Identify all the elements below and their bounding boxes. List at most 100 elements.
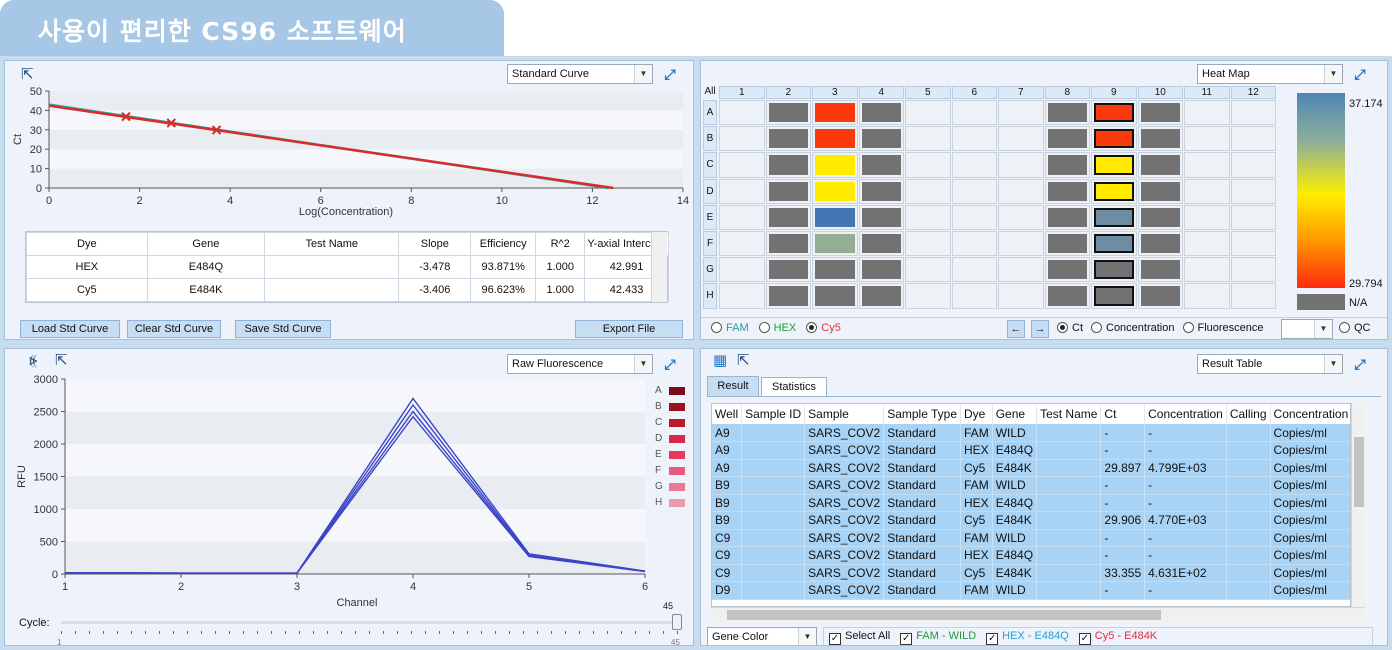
table-row[interactable]: B9SARS_COV2StandardHEXE484Q--Copies/ml- (712, 494, 1350, 512)
clear-std-curve-button[interactable]: Clear Std Curve (127, 320, 221, 338)
column-header-7[interactable]: 7 (998, 86, 1044, 99)
column-header[interactable]: Gene (992, 404, 1038, 424)
well-C8[interactable] (1044, 152, 1090, 178)
fluorescence-select[interactable]: ▼ (1281, 319, 1333, 339)
well-A12[interactable] (1230, 100, 1276, 126)
well-C11[interactable] (1184, 152, 1230, 178)
value-option-fluorescence[interactable]: Fluorescence (1182, 322, 1264, 334)
column-header-5[interactable]: 5 (905, 86, 951, 99)
well-G2[interactable] (765, 257, 811, 283)
well-D3[interactable] (812, 178, 858, 204)
well-F3[interactable] (812, 231, 858, 257)
well-E3[interactable] (812, 204, 858, 230)
radio-button[interactable] (806, 322, 818, 333)
well-A4[interactable] (858, 100, 904, 126)
filter-checkbox[interactable]: ✓ HEX - E484Q (986, 630, 1069, 645)
well-B6[interactable] (951, 126, 997, 152)
column-header[interactable]: Sample ID (741, 404, 806, 424)
well-C6[interactable] (951, 152, 997, 178)
well-A5[interactable] (905, 100, 951, 126)
column-header-8[interactable]: 8 (1044, 86, 1090, 99)
expand-icon[interactable]: ⤢ (662, 66, 678, 82)
well-B11[interactable] (1184, 126, 1230, 152)
cycle-slider-thumb[interactable] (672, 614, 682, 630)
well-H9[interactable] (1091, 283, 1137, 309)
well-C7[interactable] (998, 152, 1044, 178)
well-A10[interactable] (1137, 100, 1183, 126)
column-header[interactable]: Concentration (1144, 404, 1227, 424)
well-H11[interactable] (1184, 283, 1230, 309)
well-F9[interactable] (1091, 231, 1137, 257)
column-header-2[interactable]: 2 (765, 86, 811, 99)
well-E12[interactable] (1230, 204, 1276, 230)
well-E8[interactable] (1044, 204, 1090, 230)
radio-button[interactable] (1057, 322, 1068, 333)
row-header-D[interactable]: D (703, 178, 717, 204)
well-H12[interactable] (1230, 283, 1276, 309)
tab-result[interactable]: Result (707, 376, 759, 396)
value-option-concentration[interactable]: Concentration (1091, 322, 1175, 334)
export-file-button[interactable]: Export File (575, 320, 683, 338)
row-header-H[interactable]: H (703, 283, 717, 309)
column-header[interactable]: Sample (804, 404, 885, 424)
row-header-B[interactable]: B (703, 126, 717, 152)
column-header[interactable]: Test Name (264, 232, 400, 256)
well-A2[interactable] (765, 100, 811, 126)
well-F6[interactable] (951, 231, 997, 257)
well-A9[interactable] (1091, 100, 1137, 126)
well-C3[interactable] (812, 152, 858, 178)
result-table-vscroll[interactable] (1351, 403, 1365, 607)
radio-button[interactable] (1091, 322, 1102, 333)
row-header-C[interactable]: C (703, 152, 717, 178)
result-table-hscroll[interactable] (711, 607, 1365, 621)
well-E10[interactable] (1137, 204, 1183, 230)
well-C10[interactable] (1137, 152, 1183, 178)
select-all-wells[interactable]: All (703, 86, 717, 99)
expand-icon[interactable]: ⤢ (1352, 356, 1368, 372)
well-C1[interactable] (719, 152, 765, 178)
export-image-icon[interactable]: ⇱ (55, 353, 68, 369)
view-select[interactable]: Result Table ▼ (1197, 354, 1343, 374)
column-header[interactable]: Calling (1226, 404, 1271, 424)
dye-option-hex[interactable]: HEX (758, 322, 796, 334)
well-H1[interactable] (719, 283, 765, 309)
well-F7[interactable] (998, 231, 1044, 257)
well-B8[interactable] (1044, 126, 1090, 152)
well-G5[interactable] (905, 257, 951, 283)
well-A7[interactable] (998, 100, 1044, 126)
well-H8[interactable] (1044, 283, 1090, 309)
well-F4[interactable] (858, 231, 904, 257)
well-D12[interactable] (1230, 178, 1276, 204)
well-G11[interactable] (1184, 257, 1230, 283)
well-E1[interactable] (719, 204, 765, 230)
well-G4[interactable] (858, 257, 904, 283)
well-C12[interactable] (1230, 152, 1276, 178)
scroll-thumb[interactable] (727, 610, 1161, 620)
column-header[interactable]: R^2 (535, 232, 586, 256)
column-header-1[interactable]: 1 (719, 86, 765, 99)
table-row[interactable]: B9SARS_COV2StandardFAMWILD--Copies/ml- (712, 476, 1350, 495)
well-B10[interactable] (1137, 126, 1183, 152)
well-B9[interactable] (1091, 126, 1137, 152)
column-header-4[interactable]: 4 (858, 86, 904, 99)
checkbox[interactable]: ✓ (1078, 633, 1091, 645)
expand-icon[interactable]: ⤢ (662, 356, 678, 372)
table-row[interactable]: HEX E484Q -3.478 93.871% 1.000 42.991 (26, 255, 669, 279)
well-D8[interactable] (1044, 178, 1090, 204)
well-A6[interactable] (951, 100, 997, 126)
dye-option-cy5[interactable]: Cy5 (806, 322, 841, 334)
well-B5[interactable] (905, 126, 951, 152)
well-H3[interactable] (812, 283, 858, 309)
well-D1[interactable] (719, 178, 765, 204)
well-D9[interactable] (1091, 178, 1137, 204)
column-header-12[interactable]: 12 (1230, 86, 1276, 99)
column-header-11[interactable]: 11 (1184, 86, 1230, 99)
well-D11[interactable] (1184, 178, 1230, 204)
checkbox[interactable]: ✓ (986, 633, 999, 645)
well-F5[interactable] (905, 231, 951, 257)
well-G12[interactable] (1230, 257, 1276, 283)
select-all-checkbox[interactable]: ✓ Select All (829, 630, 890, 645)
row-header-G[interactable]: G (703, 257, 717, 283)
column-header[interactable]: Concentration Unit (1270, 404, 1350, 424)
qc-radio[interactable]: QC (1339, 322, 1371, 334)
